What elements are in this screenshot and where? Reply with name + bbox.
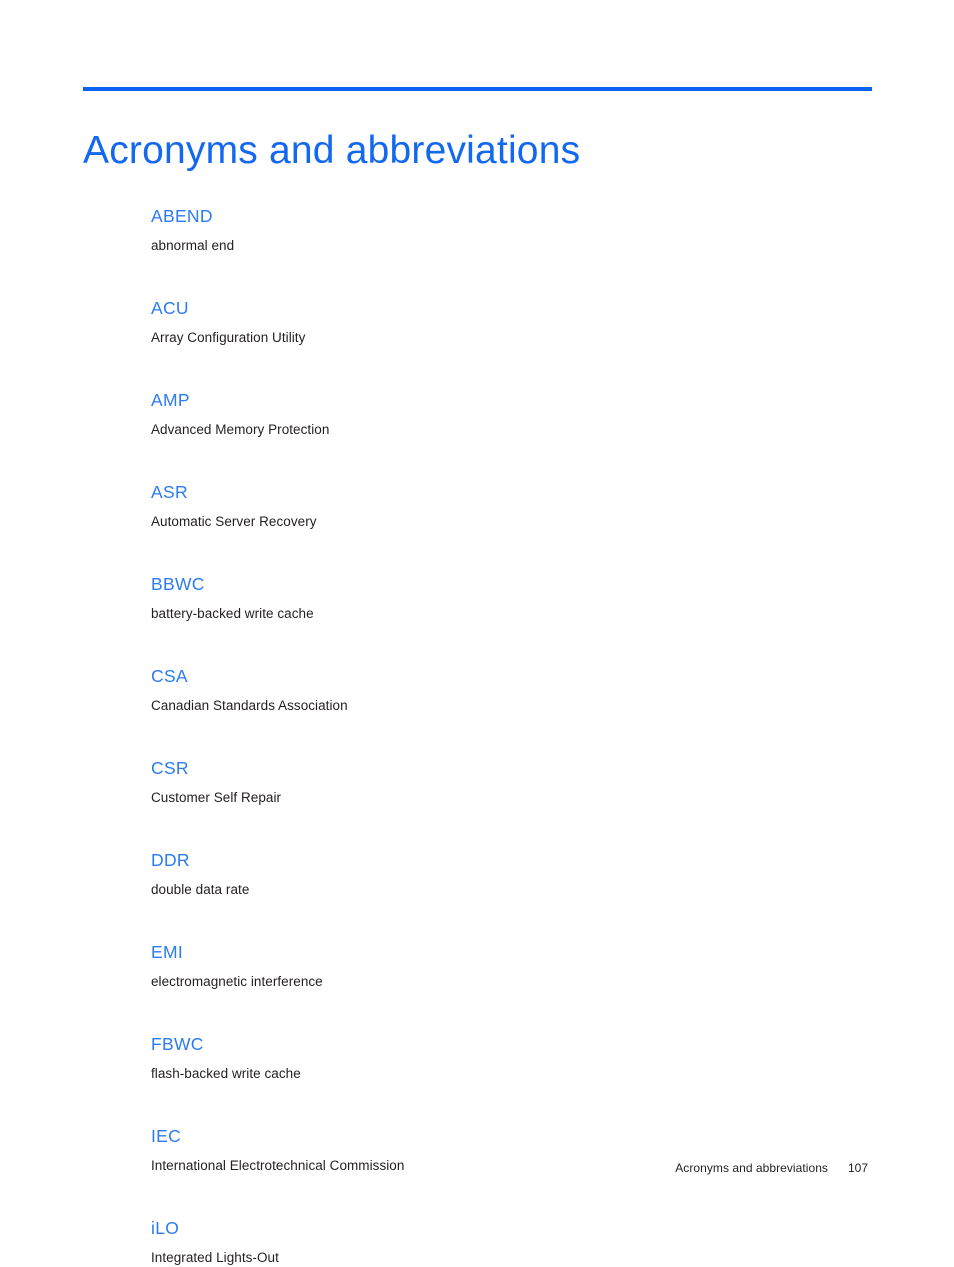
glossary-entry: CSR Customer Self Repair <box>151 757 851 807</box>
glossary-definition: double data rate <box>151 882 250 897</box>
glossary-entry: ABEND abnormal end <box>151 205 851 255</box>
glossary-term: EMI <box>151 942 184 962</box>
glossary-term: AMP <box>151 390 190 410</box>
footer-page-number: 107 <box>847 1161 868 1175</box>
glossary-term: BBWC <box>151 574 205 594</box>
glossary-term: FBWC <box>151 1034 204 1054</box>
glossary-entry: DDR double data rate <box>151 849 851 899</box>
glossary-entry: EMI electromagnetic interference <box>151 941 851 991</box>
glossary-entry: ASR Automatic Server Recovery <box>151 481 851 531</box>
glossary-entry: FBWC flash-backed write cache <box>151 1033 851 1083</box>
glossary-definition: Automatic Server Recovery <box>151 514 317 529</box>
glossary-term: ABEND <box>151 206 213 226</box>
glossary-definition: Canadian Standards Association <box>151 698 348 713</box>
glossary-term: ACU <box>151 298 189 318</box>
glossary-entry: AMP Advanced Memory Protection <box>151 389 851 439</box>
glossary-definition: abnormal end <box>151 238 235 253</box>
glossary-definition: Array Configuration Utility <box>151 330 306 345</box>
glossary-term: IEC <box>151 1126 182 1146</box>
glossary-entry: BBWC battery-backed write cache <box>151 573 851 623</box>
glossary-term: CSA <box>151 666 188 686</box>
glossary-definition: Customer Self Repair <box>151 790 282 805</box>
glossary-definition: flash-backed write cache <box>151 1066 301 1081</box>
document-page: Acronyms and abbreviations ABEND abnorma… <box>0 0 954 1265</box>
glossary-definition: battery-backed write cache <box>151 606 314 621</box>
glossary-definition: electromagnetic interference <box>151 974 323 989</box>
glossary-term: ASR <box>151 482 188 502</box>
footer-section-label: Acronyms and abbreviations <box>675 1161 828 1175</box>
glossary-term: DDR <box>151 850 190 870</box>
glossary-entry: iLO Integrated Lights-Out <box>151 1217 851 1267</box>
glossary-entry: CSA Canadian Standards Association <box>151 665 851 715</box>
glossary-definition: Advanced Memory Protection <box>151 422 330 437</box>
page-title: Acronyms and abbreviations <box>83 129 581 173</box>
glossary-list: ABEND abnormal end ACU Array Configurati… <box>151 205 851 1267</box>
page-footer: Acronyms and abbreviations 107 <box>0 1160 868 1176</box>
glossary-definition: Integrated Lights-Out <box>151 1250 279 1265</box>
title-accent-rule <box>83 87 872 91</box>
glossary-term: iLO <box>151 1218 180 1238</box>
glossary-term: CSR <box>151 758 189 778</box>
glossary-entry: ACU Array Configuration Utility <box>151 297 851 347</box>
